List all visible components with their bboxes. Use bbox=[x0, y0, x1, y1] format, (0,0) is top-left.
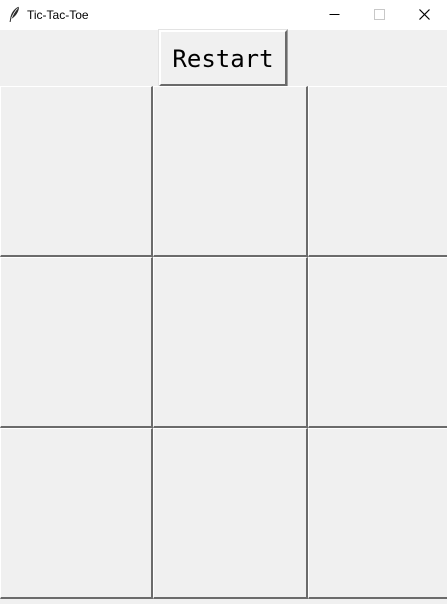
cell-2-2[interactable] bbox=[308, 428, 447, 599]
cell-0-0[interactable] bbox=[0, 86, 153, 257]
cell-1-1[interactable] bbox=[153, 257, 308, 428]
app-window: Tic-Tac-Toe Restart bbox=[0, 0, 447, 604]
close-button[interactable] bbox=[402, 0, 447, 30]
cell-1-2[interactable] bbox=[308, 257, 447, 428]
close-icon bbox=[419, 9, 430, 20]
cell-0-1[interactable] bbox=[153, 86, 308, 257]
minimize-icon bbox=[329, 14, 340, 15]
title-bar[interactable]: Tic-Tac-Toe bbox=[0, 0, 447, 30]
feather-icon bbox=[8, 6, 20, 23]
maximize-button[interactable] bbox=[357, 0, 402, 30]
minimize-button[interactable] bbox=[312, 0, 357, 30]
cell-1-0[interactable] bbox=[0, 257, 153, 428]
window-title: Tic-Tac-Toe bbox=[27, 8, 89, 22]
cell-2-0[interactable] bbox=[0, 428, 153, 599]
cell-0-2[interactable] bbox=[308, 86, 447, 257]
maximize-icon bbox=[374, 9, 385, 20]
cell-2-1[interactable] bbox=[153, 428, 308, 599]
restart-button[interactable]: Restart bbox=[159, 30, 287, 86]
